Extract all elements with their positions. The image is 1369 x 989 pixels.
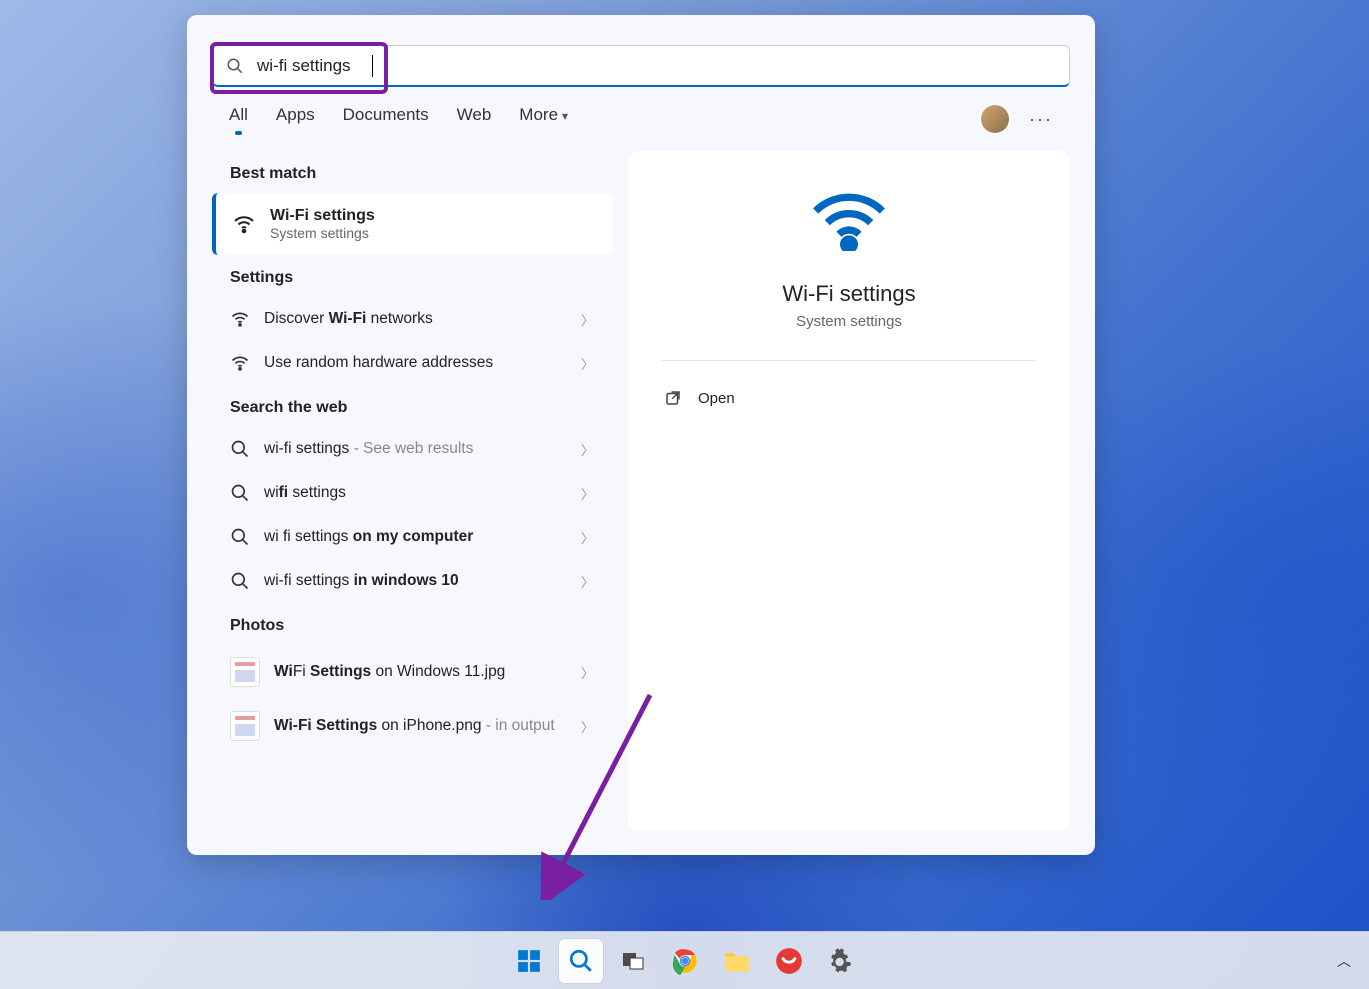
search-icon (230, 483, 250, 503)
best-match-subtitle: System settings (270, 225, 375, 241)
text: Use random hardware addresses (264, 354, 493, 372)
image-thumbnail (230, 657, 260, 687)
photo-item-iphone[interactable]: Wi-Fi Settings on iPhone.png - in output… (212, 699, 612, 753)
text: on iPhone.png (377, 717, 481, 734)
open-button[interactable]: Open (652, 381, 1046, 415)
tab-apps[interactable]: Apps (276, 105, 315, 133)
search-panel: All Apps Documents Web More ▾ ··· Best ma… (187, 15, 1095, 855)
text: networks (366, 310, 432, 327)
file-explorer-button[interactable] (715, 939, 759, 983)
text-cursor (372, 55, 373, 77)
chevron-right-icon: 〉 (581, 717, 594, 736)
open-icon (664, 389, 682, 407)
text: on Windows 11.jpg (371, 663, 505, 680)
tab-web[interactable]: Web (457, 105, 492, 133)
wifi-icon (230, 353, 250, 373)
app-icon (775, 947, 803, 975)
text: wi fi settings (264, 528, 353, 545)
text: wi-fi settings (264, 440, 349, 457)
text-bold: on my computer (353, 528, 474, 545)
text: wi (264, 484, 279, 501)
search-icon (568, 948, 594, 974)
start-button[interactable] (507, 939, 551, 983)
taskbar: ︿ (0, 931, 1369, 989)
search-bar-container (212, 45, 1070, 87)
task-view-button[interactable] (611, 939, 655, 983)
search-icon (230, 527, 250, 547)
text: wi-fi settings (264, 572, 354, 589)
wifi-icon (230, 309, 250, 329)
text-bold: Wi-Fi (329, 310, 367, 327)
settings-item-random-hw[interactable]: Use random hardware addresses 〉 (212, 341, 612, 385)
system-tray: ︿ (1337, 951, 1351, 971)
chrome-icon (671, 947, 699, 975)
folder-icon (723, 948, 751, 974)
text-bold: fi (279, 484, 288, 501)
section-search-web: Search the web (212, 385, 612, 427)
section-photos: Photos (212, 603, 612, 645)
chevron-right-icon: 〉 (581, 310, 594, 329)
chevron-right-icon: 〉 (581, 528, 594, 547)
text-suffix: - in output (481, 717, 554, 734)
settings-button[interactable] (819, 939, 863, 983)
tab-more-label: More (519, 105, 558, 124)
text: settings (288, 484, 346, 501)
open-label: Open (698, 390, 735, 407)
search-icon (230, 439, 250, 459)
preview-title: Wi-Fi settings (652, 281, 1046, 307)
chevron-down-icon: ▾ (562, 109, 568, 123)
divider (662, 360, 1036, 361)
text: Discover (264, 310, 329, 327)
chevron-right-icon: 〉 (581, 663, 594, 682)
chevron-right-icon: 〉 (581, 440, 594, 459)
photo-item-win11[interactable]: WiFi Settings on Windows 11.jpg 〉 (212, 645, 612, 699)
pinned-app-button[interactable] (767, 939, 811, 983)
search-input[interactable] (212, 45, 1070, 87)
chevron-right-icon: 〉 (581, 354, 594, 373)
best-match-wifi-settings[interactable]: Wi-Fi settings System settings (212, 193, 612, 255)
tab-documents[interactable]: Documents (343, 105, 429, 133)
windows-logo-icon (516, 948, 542, 974)
search-icon (230, 571, 250, 591)
results-column: Best match Wi-Fi settings System setting… (212, 151, 612, 831)
chevron-right-icon: 〉 (581, 572, 594, 591)
text-suffix: - See web results (349, 440, 473, 457)
tab-more[interactable]: More ▾ (519, 105, 568, 133)
section-settings: Settings (212, 255, 612, 297)
text-bold: in windows 10 (354, 572, 459, 589)
preview-subtitle: System settings (652, 313, 1046, 330)
wifi-icon (804, 191, 894, 251)
search-taskbar-button[interactable] (559, 939, 603, 983)
web-item-wifi-settings-2[interactable]: wifi settings 〉 (212, 471, 612, 515)
settings-item-discover-wifi[interactable]: Discover Wi-Fi networks 〉 (212, 297, 612, 341)
user-avatar[interactable] (981, 105, 1009, 133)
task-view-icon (621, 949, 645, 973)
image-thumbnail (230, 711, 260, 741)
more-options-button[interactable]: ··· (1029, 109, 1053, 130)
web-item-windows-10[interactable]: wi-fi settings in windows 10 〉 (212, 559, 612, 603)
text-bold: Wi (274, 663, 293, 680)
chevron-right-icon: 〉 (581, 484, 594, 503)
filter-tabs: All Apps Documents Web More ▾ ··· (187, 87, 1095, 133)
search-icon (226, 57, 244, 75)
chrome-button[interactable] (663, 939, 707, 983)
gear-icon (827, 947, 855, 975)
text: Fi (293, 663, 310, 680)
text-bold: Settings (310, 663, 371, 680)
tray-overflow-button[interactable]: ︿ (1337, 951, 1351, 971)
preview-panel: Wi-Fi settings System settings Open (628, 151, 1070, 831)
tab-all[interactable]: All (229, 105, 248, 133)
web-item-wifi-settings[interactable]: wi-fi settings - See web results 〉 (212, 427, 612, 471)
best-match-title: Wi-Fi settings (270, 207, 375, 225)
text-bold: Wi-Fi Settings (274, 717, 377, 734)
web-item-on-my-computer[interactable]: wi fi settings on my computer 〉 (212, 515, 612, 559)
section-best-match: Best match (212, 151, 612, 193)
wifi-icon (232, 212, 256, 236)
